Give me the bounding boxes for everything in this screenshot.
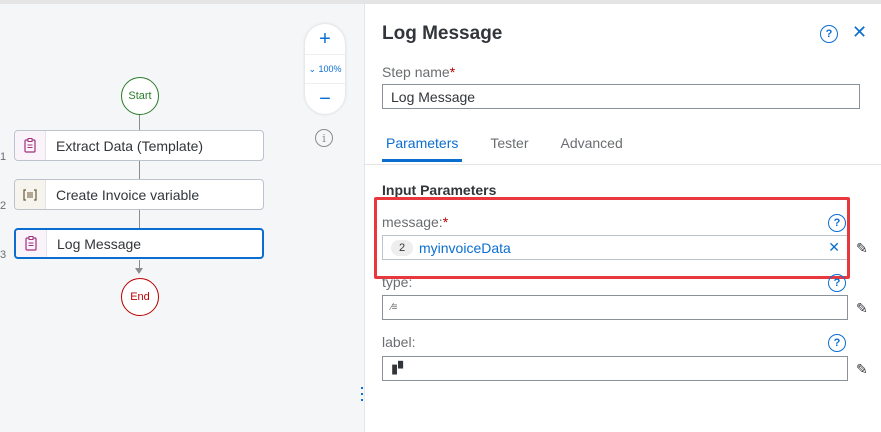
clipboard-icon	[15, 131, 46, 160]
step-number: 2	[0, 200, 7, 212]
connector-arrow	[135, 268, 143, 274]
connector-line	[139, 114, 140, 130]
step-number: 1	[0, 151, 7, 163]
step-number: 3	[0, 249, 7, 261]
flow-canvas[interactable]: Start 1 Extract Data (Template) 2 Create…	[0, 4, 364, 432]
connector-line	[139, 210, 140, 228]
step-log-message[interactable]: Log Message	[14, 228, 264, 259]
close-icon[interactable]: ✕	[852, 22, 867, 43]
tab-tester[interactable]: Tester	[486, 133, 532, 161]
properties-panel: Log Message ? ✕ Step name* Log Message P…	[364, 4, 881, 432]
help-icon[interactable]: ?	[828, 274, 846, 292]
step-label: Extract Data (Template)	[56, 137, 204, 154]
end-node[interactable]: End	[121, 278, 159, 316]
tab-divider	[365, 164, 881, 165]
zoom-control: + ⌄ 100% −	[305, 24, 345, 114]
type-input[interactable]: ⁄≡	[382, 295, 848, 320]
type-label: type:	[382, 274, 413, 290]
help-icon[interactable]: ?	[820, 25, 838, 43]
start-label: Start	[128, 90, 152, 102]
connector-line	[139, 161, 140, 179]
zoom-out-button[interactable]: −	[305, 84, 345, 114]
clipboard-icon	[16, 230, 47, 257]
tab-advanced[interactable]: Advanced	[556, 133, 626, 161]
variable-icon	[15, 180, 46, 209]
panel-title: Log Message	[382, 23, 503, 44]
step-label: Create Invoice variable	[56, 186, 200, 203]
step-label: Log Message	[57, 235, 142, 252]
start-node[interactable]: Start	[121, 77, 159, 115]
step-name-input[interactable]: Log Message	[382, 84, 860, 109]
edit-icon[interactable]: ✎	[856, 300, 868, 317]
tab-bar: Parameters Tester Advanced	[382, 133, 627, 162]
tab-parameters[interactable]: Parameters	[382, 133, 463, 162]
zoom-level[interactable]: ⌄ 100%	[305, 54, 345, 84]
step-name-label: Step name*	[382, 64, 456, 80]
zoom-in-button[interactable]: +	[305, 24, 345, 54]
edit-icon[interactable]: ✎	[856, 361, 868, 378]
info-icon[interactable]: i	[315, 129, 333, 147]
text-type-icon: ⁄≡	[391, 302, 397, 313]
label-label: label:	[382, 334, 416, 350]
step-create-invoice-variable[interactable]: Create Invoice variable	[14, 179, 264, 210]
highlight-box	[374, 197, 850, 279]
step-extract-data[interactable]: Extract Data (Template)	[14, 130, 264, 161]
required-marker: *	[449, 64, 456, 80]
label-input[interactable]: ▮▘	[382, 356, 848, 381]
end-label: End	[130, 291, 150, 303]
section-title: Input Parameters	[382, 182, 497, 198]
variable-type-icon: ▮▘	[391, 360, 409, 376]
help-icon[interactable]: ?	[828, 334, 846, 352]
edit-icon[interactable]: ✎	[856, 240, 868, 257]
